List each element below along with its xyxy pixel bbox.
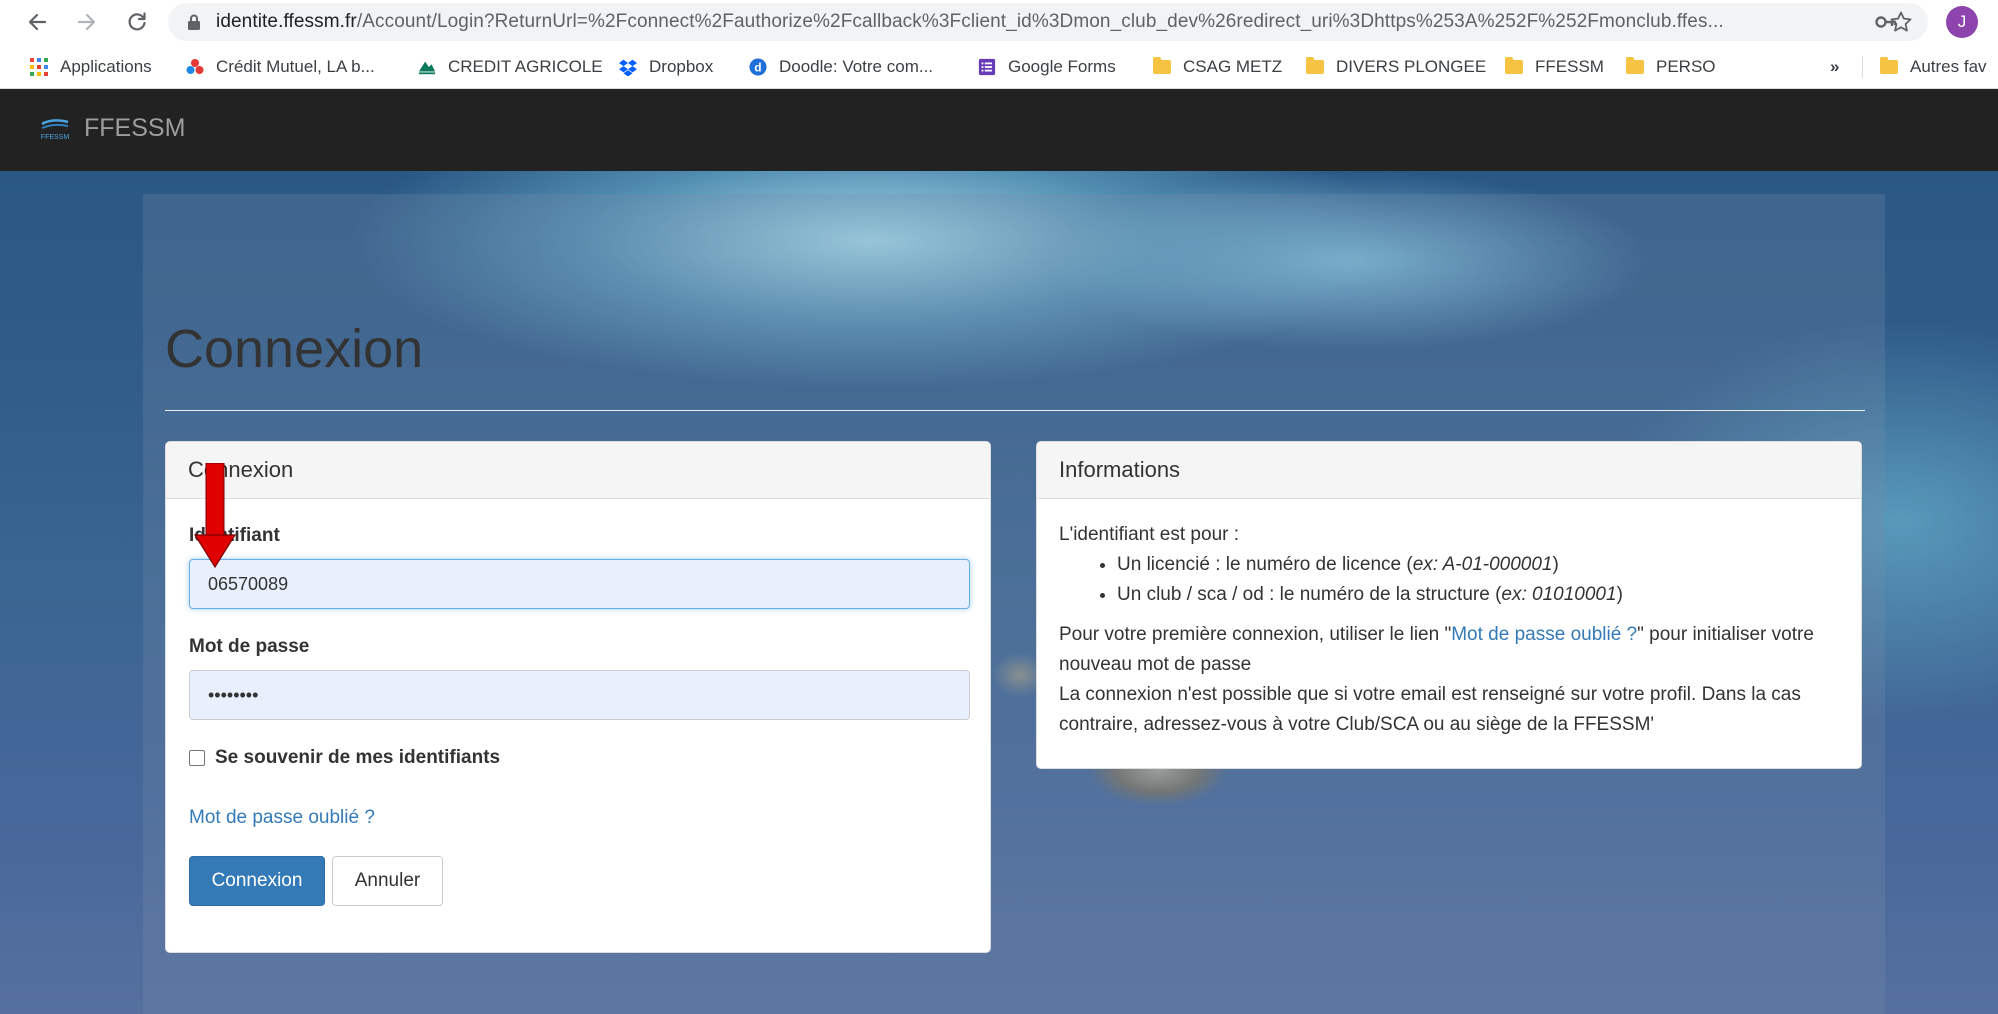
info-panel: Informations L'identifiant est pour : Un… xyxy=(1036,441,1862,769)
info-item-text: Un club / sca / od : le numéro de la str… xyxy=(1117,584,1502,605)
info-list-item: Un licencié : le numéro de licence (ex: … xyxy=(1117,550,1849,580)
info-item-text: Un licencié : le numéro de licence ( xyxy=(1117,554,1413,575)
info-item-example: ex: 01010001 xyxy=(1501,584,1617,605)
login-panel-heading: Connexion xyxy=(166,442,990,499)
folder-icon xyxy=(1880,57,1898,76)
bookmark-label: Crédit Mutuel, LA b... xyxy=(216,57,375,76)
info-intro: L'identifiant est pour : xyxy=(1059,524,1240,545)
bookmarks-bar: Applications Crédit Mutuel, LA b... CRED… xyxy=(0,45,1998,89)
bookmark-credit-agricole[interactable]: CREDIT AGRICOLE xyxy=(418,56,603,78)
credit-mutuel-icon xyxy=(186,58,204,76)
info-item-example: ex: A-01-000001 xyxy=(1412,554,1553,575)
bookmark-doodle[interactable]: d Doodle: Votre com... xyxy=(749,56,933,78)
brand-link[interactable]: FFESSM FFESSM xyxy=(40,114,186,143)
remember-me-row: Se souvenir de mes identifiants xyxy=(189,747,500,769)
forgot-password-link[interactable]: Mot de passe oublié ? xyxy=(189,807,375,829)
bookmark-folder-divers-plongee[interactable]: DIVERS PLONGEE xyxy=(1306,56,1486,78)
bookmark-label: Dropbox xyxy=(649,57,714,76)
bookmark-folder-other[interactable]: Autres fav xyxy=(1880,56,1987,78)
bookmarks-divider xyxy=(1862,56,1863,78)
address-bar[interactable]: identite.ffessm.fr/Account/Login?ReturnU… xyxy=(168,3,1928,41)
bookmark-dropbox[interactable]: Dropbox xyxy=(619,56,713,78)
brand-name: FFESSM xyxy=(84,114,186,142)
credit-agricole-icon xyxy=(418,58,436,76)
dropbox-icon xyxy=(619,58,637,76)
url-text: identite.ffessm.fr/Account/Login?ReturnU… xyxy=(216,11,1724,32)
info-body: L'identifiant est pour : Un licencié : l… xyxy=(1059,520,1849,740)
bookmark-credit-mutuel[interactable]: Crédit Mutuel, LA b... xyxy=(186,56,375,78)
bookmark-label: Doodle: Votre com... xyxy=(779,57,934,76)
info-panel-heading: Informations xyxy=(1037,442,1861,499)
svg-text:d: d xyxy=(754,62,761,75)
ffessm-logo-icon: FFESSM xyxy=(40,118,70,141)
bookmark-label: CREDIT AGRICOLE xyxy=(448,57,603,76)
bookmark-applications[interactable]: Applications xyxy=(30,56,152,78)
bookmark-star-icon[interactable] xyxy=(1886,7,1916,37)
site-navbar: FFESSM FFESSM xyxy=(0,89,1998,171)
page-title: Connexion xyxy=(165,319,424,379)
forward-icon[interactable] xyxy=(72,7,102,37)
identifiant-input[interactable] xyxy=(189,559,970,609)
folder-icon xyxy=(1306,57,1324,76)
cancel-button[interactable]: Annuler xyxy=(332,856,443,906)
first-login-before: Pour votre première connexion, utiliser … xyxy=(1059,624,1452,645)
more-bookmarks-chevron[interactable]: » xyxy=(1830,56,1839,78)
folder-icon xyxy=(1153,57,1171,76)
bookmark-label: Applications xyxy=(60,57,152,76)
login-submit-button[interactable]: Connexion xyxy=(189,856,325,906)
reload-icon[interactable] xyxy=(122,7,152,37)
bookmark-label: Autres fav xyxy=(1910,57,1987,76)
login-panel: Connexion Identifiant Mot de passe Se so… xyxy=(165,441,991,953)
bookmark-google-forms[interactable]: Google Forms xyxy=(978,56,1116,78)
google-forms-icon xyxy=(978,58,996,76)
first-login-forgot-link[interactable]: Mot de passe oublié ? xyxy=(1451,624,1637,645)
bookmark-folder-ffessm[interactable]: FFESSM xyxy=(1505,56,1604,78)
bookmark-folder-csag-metz[interactable]: CSAG METZ xyxy=(1153,56,1282,78)
svg-text:FFESSM: FFESSM xyxy=(41,134,70,141)
bookmark-label: DIVERS PLONGEE xyxy=(1336,57,1487,76)
lock-icon xyxy=(186,14,202,30)
first-login-text: Pour votre première connexion, utiliser … xyxy=(1059,620,1849,680)
red-arrow-annotation-icon xyxy=(193,463,237,569)
remember-me-label[interactable]: Se souvenir de mes identifiants xyxy=(215,747,500,769)
bookmark-label: FFESSM xyxy=(1535,57,1604,76)
password-label: Mot de passe xyxy=(189,636,310,657)
bookmark-label: PERSO xyxy=(1656,57,1716,76)
info-list-item: Un club / sca / od : le numéro de la str… xyxy=(1117,580,1849,610)
remember-me-checkbox[interactable] xyxy=(189,750,205,766)
apps-grid-icon xyxy=(30,58,48,76)
browser-toolbar: identite.ffessm.fr/Account/Login?ReturnU… xyxy=(0,0,1998,45)
password-input[interactable] xyxy=(189,670,970,720)
folder-icon xyxy=(1505,57,1523,76)
profile-avatar[interactable]: J xyxy=(1946,6,1978,38)
email-note: La connexion n'est possible que si votre… xyxy=(1059,684,1801,735)
info-list: Un licencié : le numéro de licence (ex: … xyxy=(1059,550,1849,610)
folder-icon xyxy=(1626,57,1644,76)
bookmark-label: CSAG METZ xyxy=(1183,57,1283,76)
bookmark-label: Google Forms xyxy=(1008,57,1116,76)
bookmark-folder-perso[interactable]: PERSO xyxy=(1626,56,1716,78)
doodle-icon: d xyxy=(749,58,767,76)
title-divider xyxy=(165,410,1865,411)
back-icon[interactable] xyxy=(22,7,52,37)
